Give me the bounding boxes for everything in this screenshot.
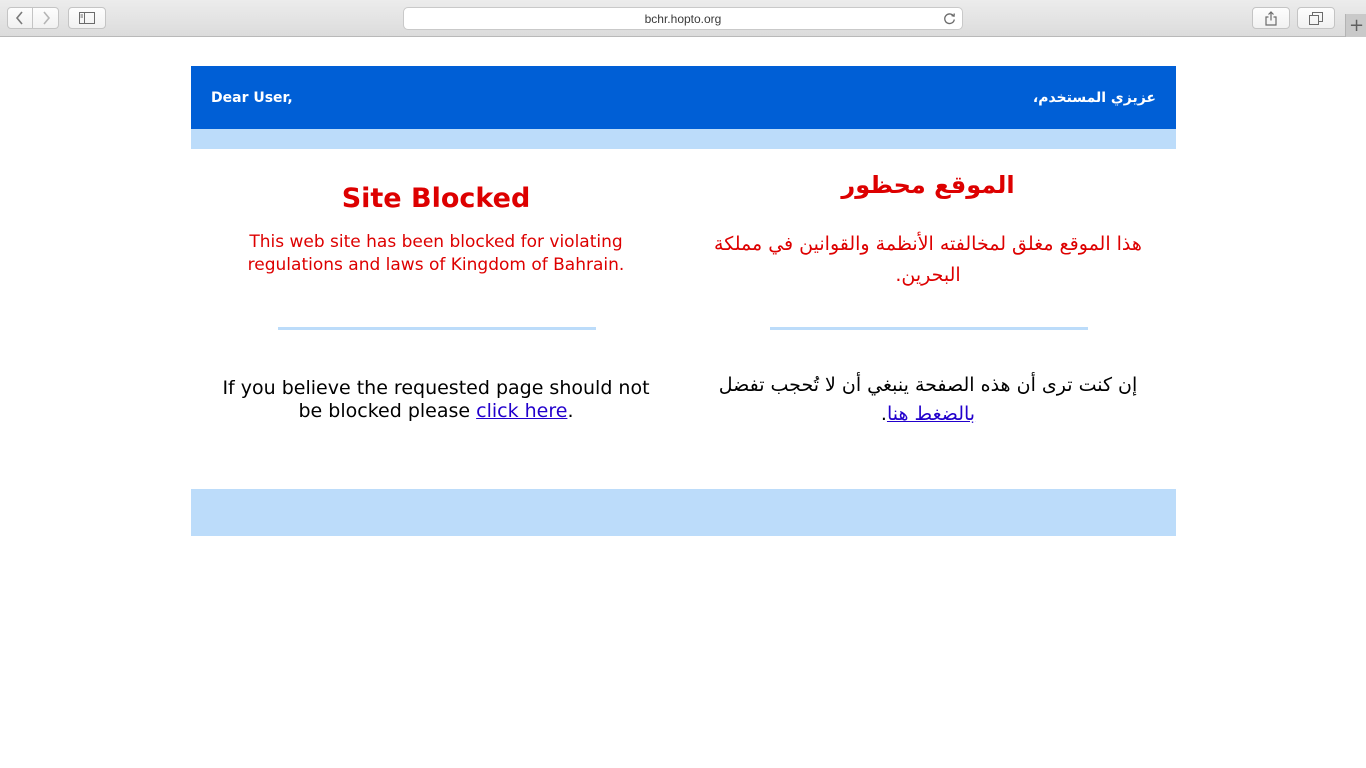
chevron-right-icon <box>42 11 50 25</box>
divider-en <box>278 327 596 330</box>
page-title-en: Site Blocked <box>341 183 531 214</box>
click-here-link-ar[interactable]: بالضغط هنا <box>887 403 975 425</box>
appeal-text-ar: إن كنت ترى أن هذه الصفحة ينبغي أن لا تُح… <box>718 374 1138 396</box>
block-message-ar: هذا الموقع مغلق لمخالفته الأنظمة والقوان… <box>714 233 1142 286</box>
sidebar-icon <box>79 12 95 24</box>
appeal-note-ar: إن كنت ترى أن هذه الصفحة ينبغي أن لا تُح… <box>703 371 1153 429</box>
browser-toolbar: bchr.hopto.org + <box>0 0 1366 37</box>
header-strip <box>191 129 1176 149</box>
new-tab-button[interactable]: + <box>1345 14 1366 37</box>
click-here-link[interactable]: click here <box>476 400 567 422</box>
share-icon <box>1265 10 1277 26</box>
chevron-left-icon <box>15 11 23 25</box>
forward-button[interactable] <box>33 7 59 29</box>
url-text: bchr.hopto.org <box>644 11 722 26</box>
tabs-icon <box>1309 11 1323 25</box>
greeting-ar: عزيزي المستخدم، <box>1032 89 1156 106</box>
header-bar: Dear User, عزيزي المستخدم، <box>191 66 1176 129</box>
appeal-note-en: If you believe the requested page should… <box>211 377 661 423</box>
greeting-en: Dear User, <box>211 89 293 106</box>
tab-overview-button[interactable] <box>1297 7 1335 29</box>
back-button[interactable] <box>7 7 33 29</box>
appeal-suffix-en: . <box>567 400 574 422</box>
appeal-text-en: If you believe the requested page should… <box>222 377 650 422</box>
reload-icon[interactable] <box>942 11 957 26</box>
block-message-en: This web site has been blocked for viola… <box>247 232 625 275</box>
divider-ar <box>770 327 1088 330</box>
block-page: Dear User, عزيزي المستخدم، Site Blocked … <box>191 66 1176 489</box>
share-button[interactable] <box>1252 7 1290 29</box>
page-title-ar: الموقع محظور <box>841 171 1015 199</box>
content-columns: Site Blocked This web site has been bloc… <box>191 149 1176 489</box>
address-bar[interactable]: bchr.hopto.org <box>403 7 963 30</box>
sidebar-toggle-button[interactable] <box>68 7 106 29</box>
footer-bar <box>191 489 1176 536</box>
